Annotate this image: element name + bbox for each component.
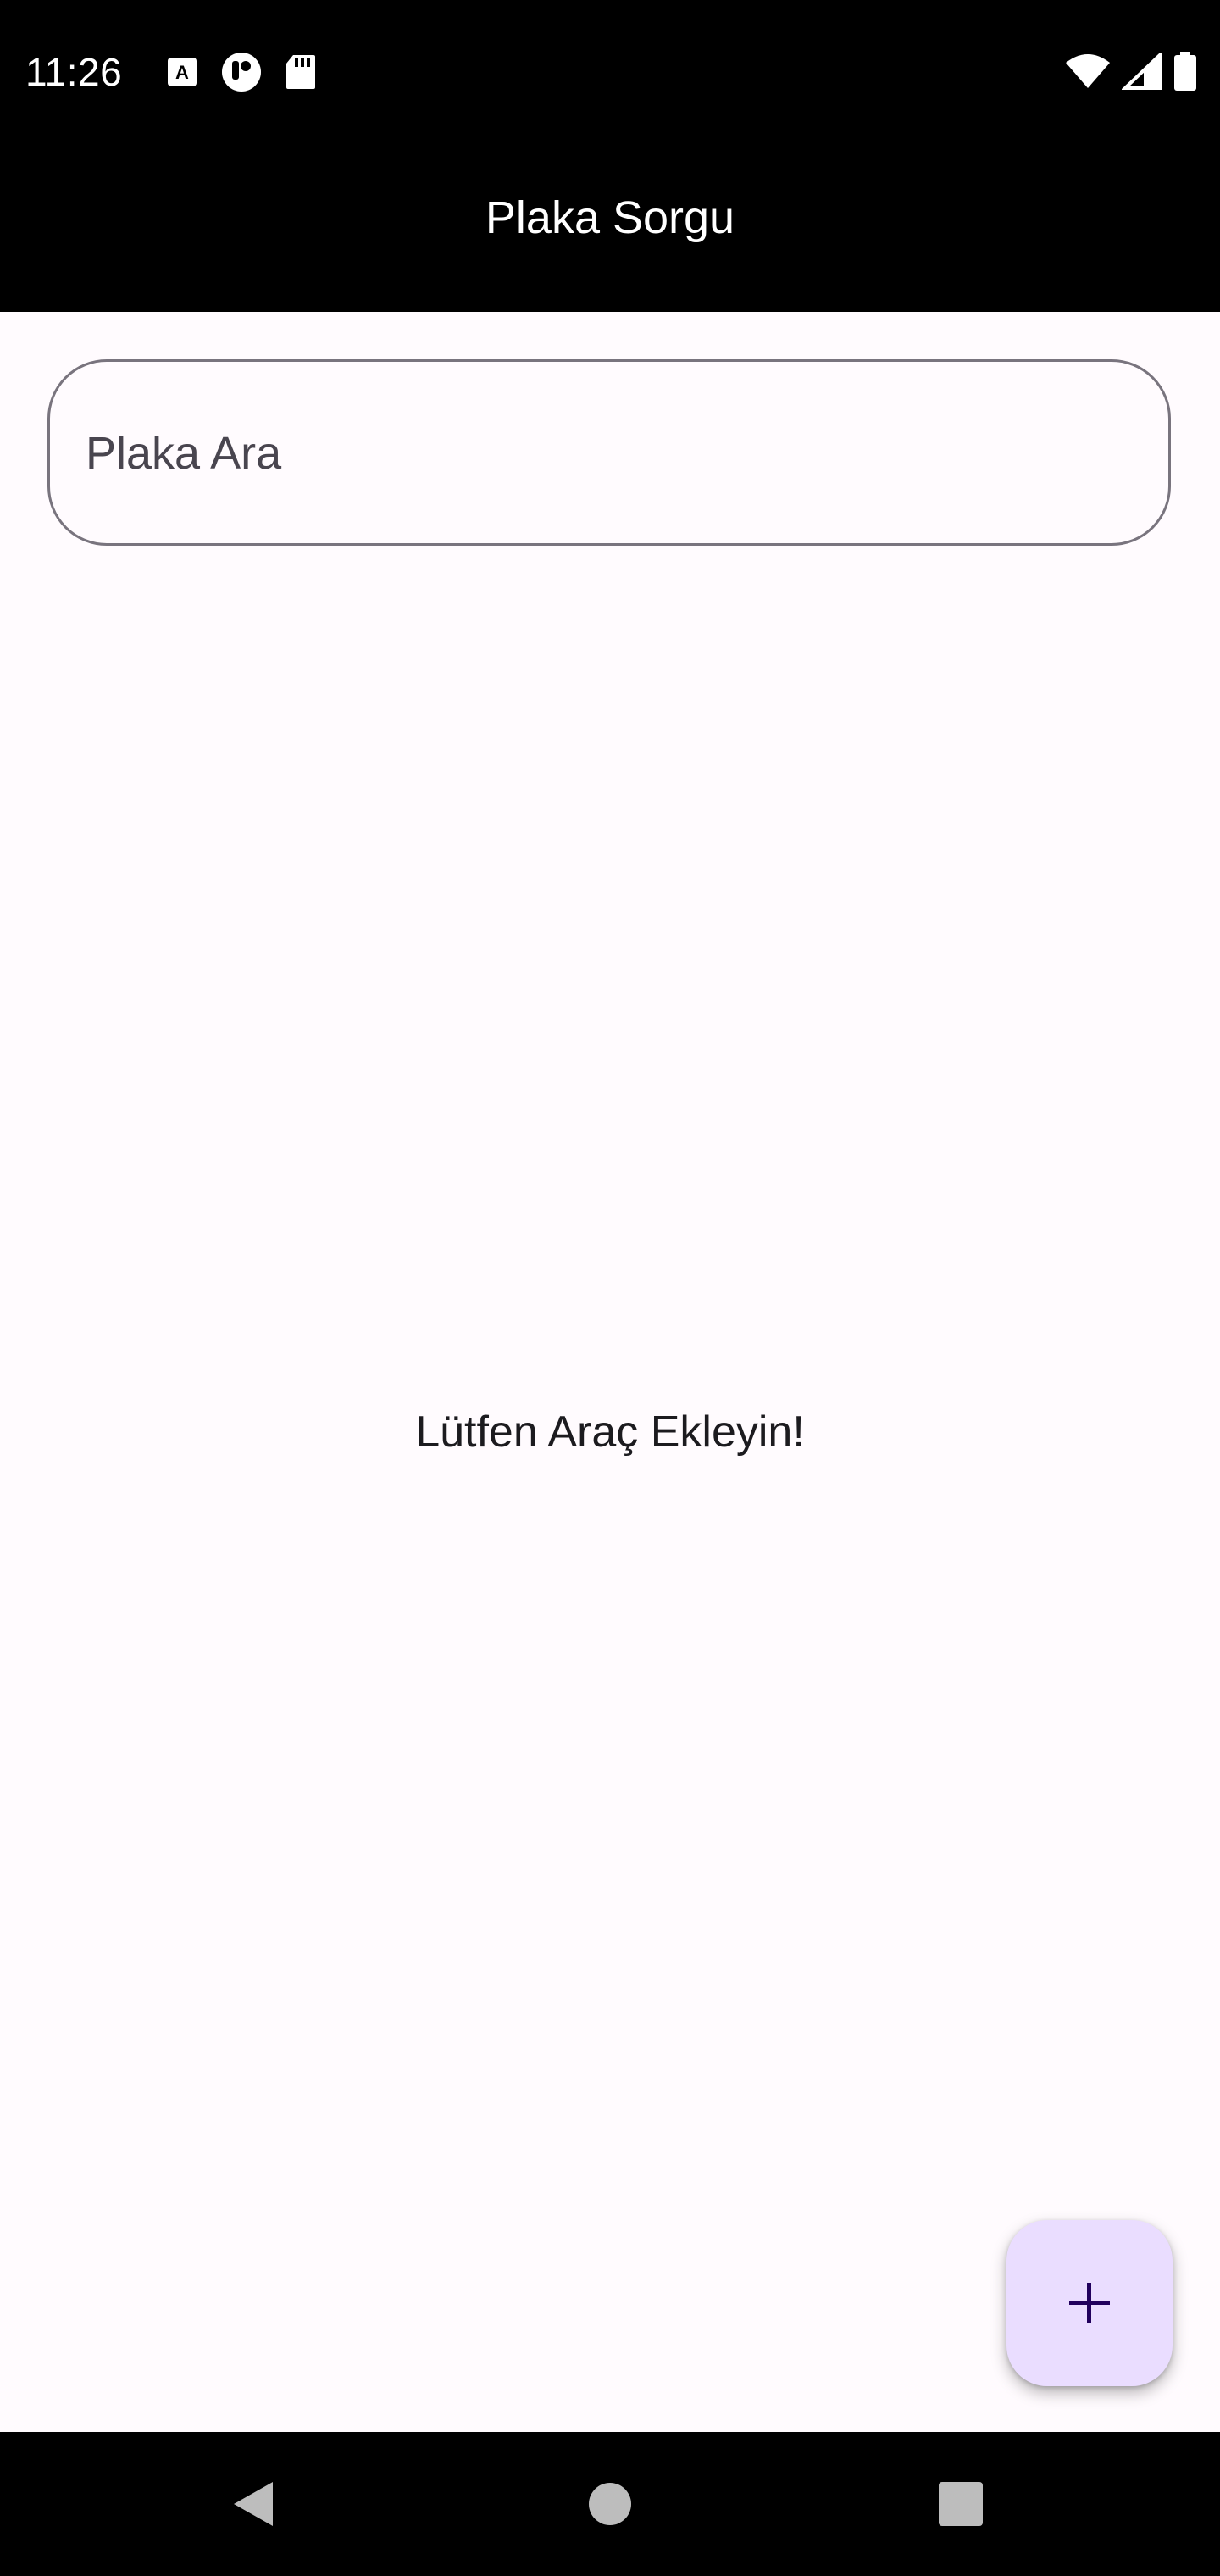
battery-icon xyxy=(1174,52,1196,91)
wifi-icon xyxy=(1066,54,1110,88)
nav-back-button[interactable] xyxy=(178,2432,330,2576)
plus-icon xyxy=(1069,2283,1110,2323)
search-input[interactable] xyxy=(84,362,1104,545)
keyboard-a-icon: A xyxy=(168,58,197,86)
add-vehicle-button[interactable] xyxy=(1006,2220,1173,2386)
app-title: Plaka Sorgu xyxy=(485,192,735,243)
status-time: 11:26 xyxy=(25,50,123,94)
nav-recents-button[interactable] xyxy=(884,2432,1037,2576)
status-bar: 11:26 A xyxy=(0,0,1220,142)
svg-text:A: A xyxy=(175,62,189,83)
recents-icon xyxy=(939,2482,983,2526)
system-nav-bar xyxy=(0,2432,1220,2576)
back-icon xyxy=(234,2482,273,2526)
search-field[interactable] xyxy=(47,359,1171,546)
home-icon xyxy=(589,2483,631,2525)
status-icons-left: A xyxy=(166,51,317,93)
status-icons-right xyxy=(1064,51,1198,92)
nav-home-button[interactable] xyxy=(534,2432,686,2576)
sd-card-icon xyxy=(286,55,315,89)
accessibility-icon xyxy=(222,53,261,92)
empty-state-message: Lütfen Araç Ekleyin! xyxy=(415,1407,805,1457)
cell-signal-icon xyxy=(1122,53,1162,90)
